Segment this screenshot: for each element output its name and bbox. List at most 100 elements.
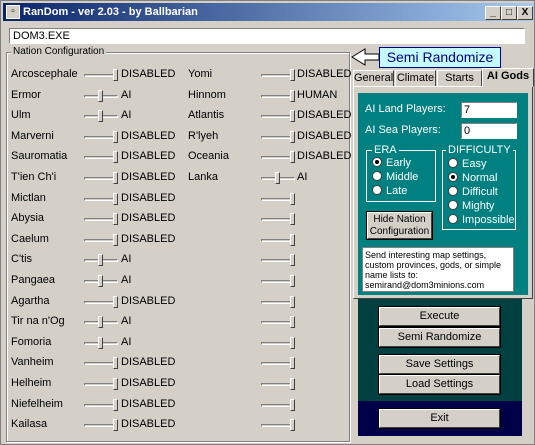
- nation-slider[interactable]: [261, 316, 295, 329]
- era-middle-radio[interactable]: Middle: [372, 171, 418, 183]
- nation-slider[interactable]: [84, 213, 118, 226]
- nation-slider[interactable]: [261, 213, 295, 226]
- nation-slider[interactable]: [261, 295, 295, 308]
- slider-thumb[interactable]: [290, 130, 295, 143]
- slider-thumb[interactable]: [290, 336, 295, 349]
- slider-thumb[interactable]: [290, 110, 295, 123]
- slider-thumb[interactable]: [113, 378, 118, 390]
- maximize-button[interactable]: □: [501, 6, 517, 20]
- slider-thumb[interactable]: [98, 336, 103, 349]
- slider-thumb[interactable]: [113, 213, 118, 226]
- nation-slider[interactable]: [84, 275, 118, 287]
- nation-slider[interactable]: [261, 151, 295, 164]
- slider-thumb[interactable]: [113, 295, 118, 308]
- nation-slider[interactable]: [84, 378, 118, 390]
- slider-thumb[interactable]: [113, 398, 118, 411]
- save-settings-button[interactable]: Save Settings: [378, 354, 501, 375]
- hide-nation-config-button[interactable]: Hide Nation Configuration: [366, 211, 433, 240]
- slider-thumb[interactable]: [290, 233, 295, 246]
- exit-button[interactable]: Exit: [378, 408, 501, 429]
- difficulty-normal-radio[interactable]: Normal: [448, 172, 497, 184]
- slider-thumb[interactable]: [290, 316, 295, 329]
- semi-randomize-button[interactable]: Semi Randomize: [378, 327, 501, 348]
- nation-slider[interactable]: [261, 275, 295, 287]
- nation-slider[interactable]: [84, 398, 118, 411]
- slider-thumb[interactable]: [290, 275, 295, 287]
- nation-slider[interactable]: [261, 233, 295, 246]
- nation-slider[interactable]: [84, 316, 118, 329]
- nation-slider[interactable]: [261, 336, 295, 349]
- slider-thumb[interactable]: [275, 172, 280, 184]
- semi-randomize-banner: Semi Randomize: [379, 47, 501, 68]
- nation-slider[interactable]: [261, 110, 295, 123]
- slider-thumb[interactable]: [290, 151, 295, 164]
- slider-thumb[interactable]: [98, 316, 103, 329]
- nation-slider[interactable]: [84, 336, 118, 349]
- nation-slider[interactable]: [261, 254, 295, 267]
- nation-slider[interactable]: [261, 89, 295, 102]
- slider-thumb[interactable]: [113, 233, 118, 246]
- tab-general[interactable]: General: [353, 70, 394, 87]
- slider-thumb[interactable]: [113, 151, 118, 164]
- slider-thumb[interactable]: [98, 254, 103, 267]
- nation-slider[interactable]: [84, 295, 118, 308]
- tab-climate[interactable]: Climate: [395, 70, 436, 87]
- sea-players-input[interactable]: 0: [461, 123, 517, 139]
- nation-slider[interactable]: [84, 192, 118, 205]
- slider-thumb[interactable]: [290, 69, 295, 81]
- slider-thumb[interactable]: [290, 419, 295, 432]
- land-players-input[interactable]: 7: [461, 102, 517, 118]
- nation-status: DISABLED: [121, 68, 176, 80]
- slider-thumb[interactable]: [290, 378, 295, 390]
- exe-path-field[interactable]: DOM3.EXE: [9, 28, 525, 44]
- minimize-button[interactable]: _: [485, 6, 501, 20]
- load-settings-button[interactable]: Load Settings: [378, 374, 501, 395]
- nation-slider[interactable]: [84, 254, 118, 267]
- slider-thumb[interactable]: [113, 69, 118, 81]
- radio-icon: [448, 186, 458, 196]
- difficulty-difficult-radio[interactable]: Difficult: [448, 186, 498, 198]
- difficulty-mighty-radio[interactable]: Mighty: [448, 200, 494, 212]
- nation-slider[interactable]: [84, 419, 118, 432]
- slider-thumb[interactable]: [98, 89, 103, 102]
- slider-thumb[interactable]: [113, 192, 118, 205]
- nation-slider[interactable]: [84, 172, 118, 184]
- slider-thumb[interactable]: [290, 295, 295, 308]
- slider-thumb[interactable]: [113, 172, 118, 184]
- close-button[interactable]: X: [517, 6, 533, 20]
- execute-button[interactable]: Execute: [378, 306, 501, 327]
- era-late-radio[interactable]: Late: [372, 185, 407, 197]
- nation-slider[interactable]: [261, 398, 295, 411]
- nation-slider[interactable]: [261, 357, 295, 370]
- slider-thumb[interactable]: [98, 275, 103, 287]
- tab-ai-gods[interactable]: AI Gods: [482, 68, 534, 87]
- slider-thumb[interactable]: [113, 130, 118, 143]
- title-bar[interactable]: ▫ RanDom - ver 2.03 - by Ballbarian _ □ …: [3, 3, 534, 21]
- difficulty-easy-radio[interactable]: Easy: [448, 158, 486, 170]
- nation-slider[interactable]: [84, 69, 118, 81]
- nation-slider[interactable]: [84, 110, 118, 123]
- nation-slider[interactable]: [261, 172, 295, 184]
- slider-thumb[interactable]: [113, 419, 118, 432]
- nation-slider[interactable]: [261, 192, 295, 205]
- slider-thumb[interactable]: [290, 89, 295, 102]
- nation-slider[interactable]: [84, 151, 118, 164]
- slider-thumb[interactable]: [98, 110, 103, 123]
- difficulty-impossible-radio[interactable]: Impossible: [448, 214, 515, 226]
- nation-slider[interactable]: [261, 69, 295, 81]
- nation-slider[interactable]: [261, 378, 295, 390]
- tab-starts[interactable]: Starts: [437, 70, 482, 87]
- slider-thumb[interactable]: [113, 357, 118, 370]
- slider-thumb[interactable]: [290, 254, 295, 267]
- era-early-radio[interactable]: Early: [372, 157, 411, 169]
- nation-slider[interactable]: [84, 89, 118, 102]
- nation-slider[interactable]: [261, 130, 295, 143]
- slider-thumb[interactable]: [290, 398, 295, 411]
- nation-slider[interactable]: [84, 233, 118, 246]
- nation-slider[interactable]: [84, 357, 118, 370]
- nation-slider[interactable]: [84, 130, 118, 143]
- slider-thumb[interactable]: [290, 213, 295, 226]
- slider-thumb[interactable]: [290, 357, 295, 370]
- slider-thumb[interactable]: [290, 192, 295, 205]
- nation-slider[interactable]: [261, 419, 295, 432]
